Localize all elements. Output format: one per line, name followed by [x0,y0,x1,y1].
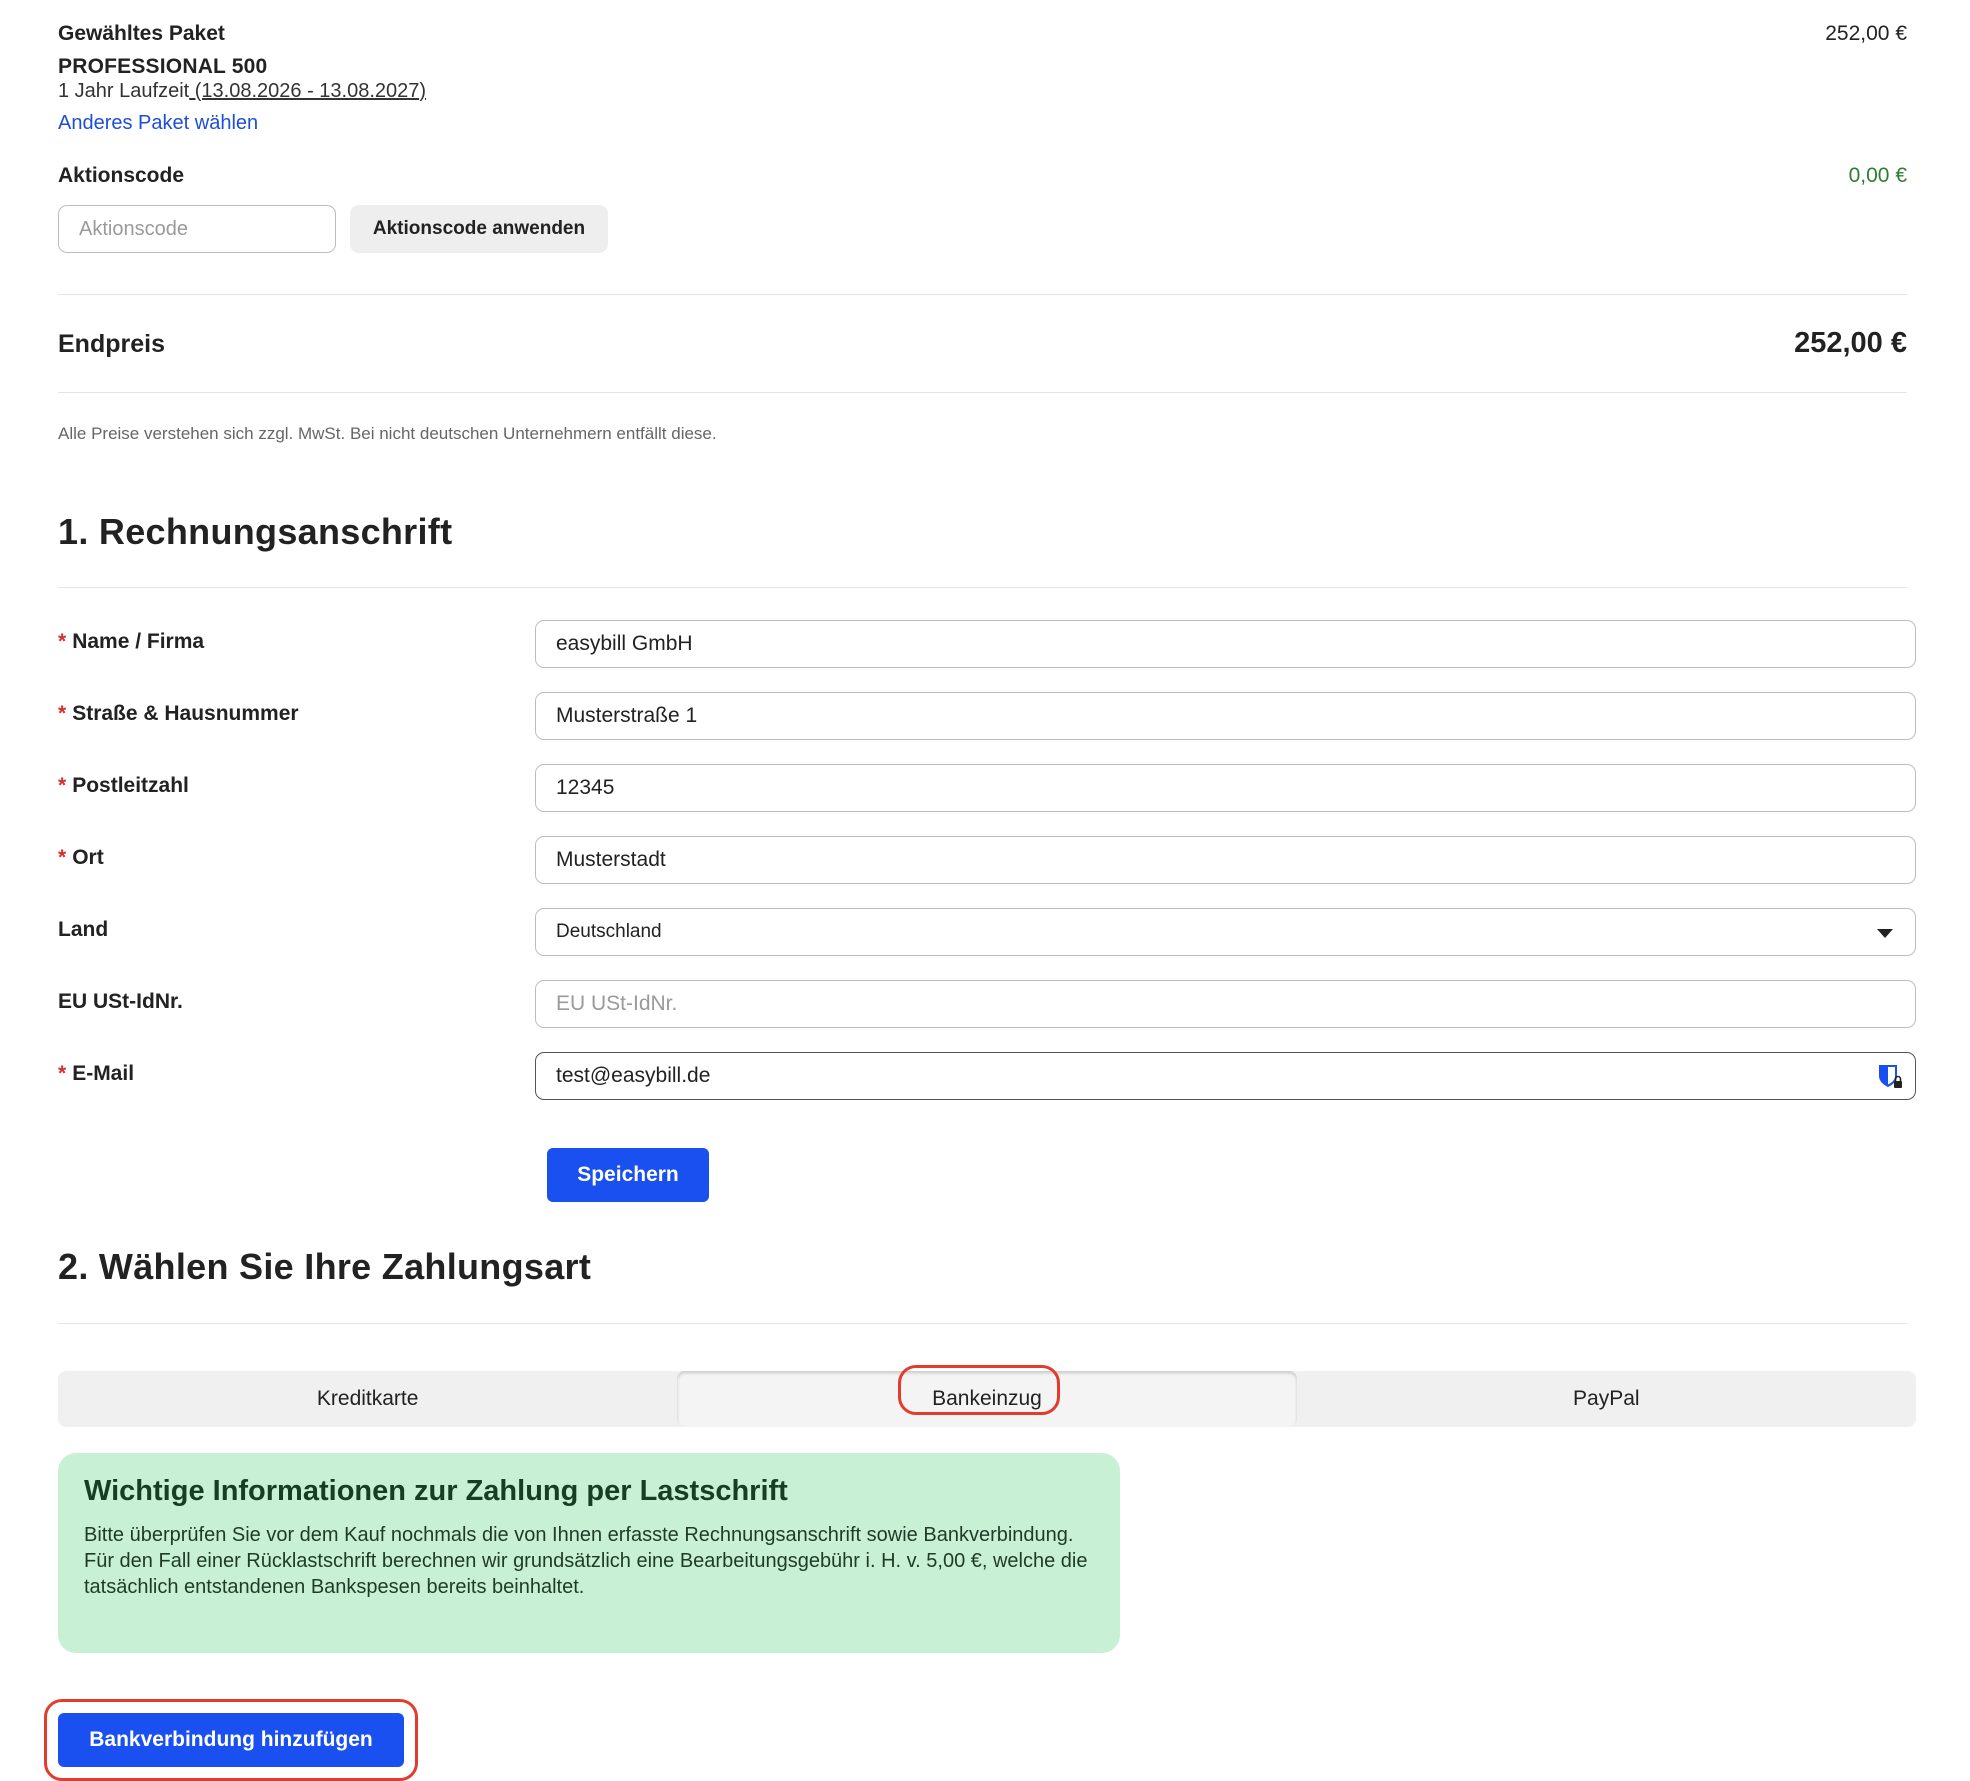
divider [58,294,1907,295]
email-field-wrapper [535,1052,1916,1100]
tab-direct-debit-label: Bankeinzug [932,1387,1042,1410]
street-field[interactable] [535,692,1916,740]
postal-code-label: * Postleitzahl [58,774,189,798]
direct-debit-info-box: Wichtige Informationen zur Zahlung per L… [58,1453,1120,1653]
add-bank-account-button[interactable]: Bankverbindung hinzufügen [58,1713,404,1767]
promo-code-label: Aktionscode [58,164,185,187]
promo-code-input[interactable] [58,205,336,253]
password-manager-icon[interactable] [1876,1062,1904,1090]
billing-section-title: 1. Rechnungsanschrift [58,511,453,552]
email-label: * E-Mail [58,1062,134,1086]
total-label: Endpreis [58,330,165,358]
name-label: * Name / Firma [58,630,204,654]
postal-code-field[interactable] [535,764,1916,812]
promo-discount-value: 0,00 € [1848,164,1907,187]
info-box-title: Wichtige Informationen zur Zahlung per L… [84,1475,788,1507]
package-name: PROFESSIONAL 500 [58,55,268,78]
street-label-text: Straße & Hausnummer [72,702,299,725]
tab-paypal[interactable]: PayPal [1297,1371,1916,1427]
name-field[interactable] [535,620,1916,668]
vat-note: Alle Preise verstehen sich zzgl. MwSt. B… [58,424,717,443]
change-package-link[interactable]: Anderes Paket wählen [58,112,258,135]
required-marker: * [58,774,67,797]
payment-section-title: 2. Wählen Sie Ihre Zahlungsart [58,1246,592,1287]
vat-id-label: EU USt-IdNr. [58,990,183,1013]
chevron-down-icon [1877,929,1893,938]
tab-credit-card[interactable]: Kreditkarte [58,1371,677,1427]
package-term-prefix: 1 Jahr Laufzeit [58,80,190,102]
required-marker: * [58,630,67,653]
country-select[interactable]: Deutschland [535,908,1916,956]
package-price: 252,00 € [1825,22,1907,45]
city-label-text: Ort [72,846,104,869]
email-field[interactable] [535,1052,1916,1100]
country-label: Land [58,918,109,941]
package-term: 1 Jahr Laufzeit (13.08.2026 - 13.08.2027… [58,80,426,103]
postal-code-label-text: Postleitzahl [72,774,189,797]
city-field[interactable] [535,836,1916,884]
divider [58,587,1907,588]
country-select-value: Deutschland [556,921,662,942]
vat-id-field[interactable] [535,980,1916,1028]
tab-paypal-label: PayPal [1573,1387,1640,1410]
package-heading: Gewähltes Paket [58,22,225,45]
email-label-text: E-Mail [72,1062,135,1085]
tab-credit-card-label: Kreditkarte [316,1387,419,1410]
info-box-text: Bitte überprüfen Sie vor dem Kauf nochma… [84,1524,1088,1598]
total-value: 252,00 € [1794,327,1907,359]
required-marker: * [58,846,67,869]
required-marker: * [58,702,67,725]
name-label-text: Name / Firma [72,630,205,653]
save-button[interactable]: Speichern [547,1148,709,1202]
city-label: * Ort [58,846,104,870]
package-term-dates: (13.08.2026 - 13.08.2027) [189,80,427,102]
required-marker: * [58,1062,67,1085]
payment-method-tabs: Kreditkarte Bankeinzug PayPal [58,1371,1916,1427]
divider [58,1323,1907,1324]
apply-promo-button[interactable]: Aktionscode anwenden [350,205,608,253]
tab-direct-debit[interactable]: Bankeinzug [677,1371,1297,1427]
divider [58,392,1907,393]
street-label: * Straße & Hausnummer [58,702,299,726]
